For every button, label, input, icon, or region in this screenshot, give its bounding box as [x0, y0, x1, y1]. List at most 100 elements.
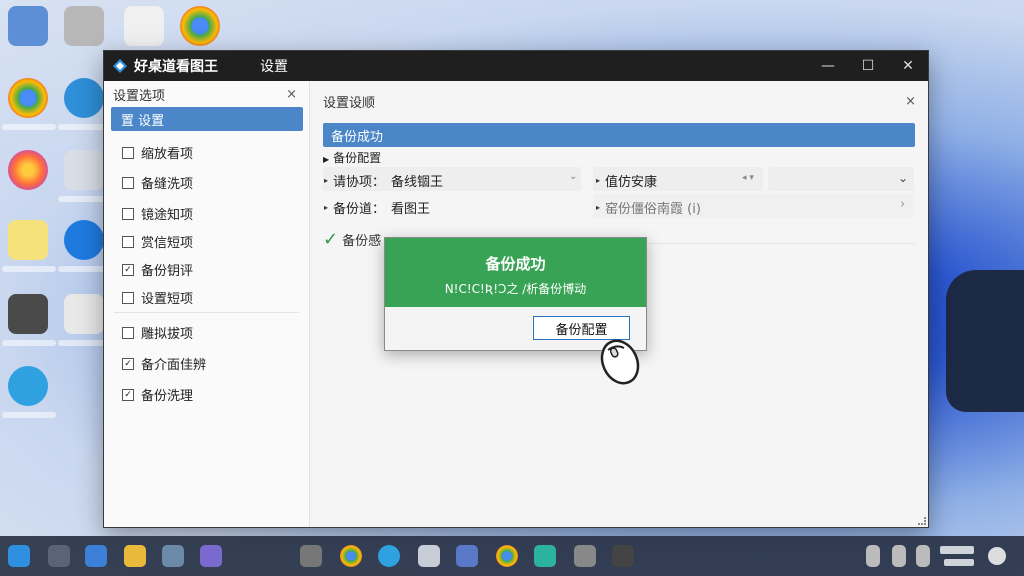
desktop-icon[interactable]: [124, 6, 164, 46]
checkbox[interactable]: [122, 291, 134, 304]
dropdown-box[interactable]: [768, 167, 914, 191]
clock-placeholder[interactable]: [944, 559, 974, 566]
app-logo-icon: [113, 59, 127, 73]
checkbox[interactable]: [122, 146, 134, 159]
status-line: ✓ 备份感: [323, 229, 381, 250]
sidebar-item[interactable]: 设置短项: [122, 288, 193, 307]
field-label: 值仿安康: [605, 175, 658, 190]
app-title: 好桌道看图王: [134, 59, 218, 75]
checkbox-checked[interactable]: ✓: [122, 357, 134, 370]
field-label: 请协项：: [333, 175, 386, 190]
notes-icon[interactable]: [8, 220, 48, 260]
sidebar-item[interactable]: 雕拟拔项: [122, 323, 193, 342]
firefox-icon[interactable]: [8, 150, 48, 190]
edge-icon[interactable]: [8, 366, 48, 406]
section-title: ▶ 备份配置: [323, 151, 382, 165]
divider: [114, 312, 299, 313]
pen-icon[interactable]: [866, 545, 880, 567]
chevron-right-icon: ▸: [324, 203, 329, 212]
chrome-icon[interactable]: [496, 545, 518, 567]
sidebar-title: 设置选项: [113, 88, 166, 104]
chevron-right-icon: ▸: [596, 203, 601, 212]
edge-icon[interactable]: [378, 545, 400, 567]
sidebar-close-icon[interactable]: ×: [286, 87, 297, 102]
settings-sidebar: 设置选项 × 置 设置 缩放看项 备缝洗项 镜途知项 赏信短项 ✓ 备份钥评 设…: [104, 81, 310, 527]
taskbar-app-icon[interactable]: [200, 545, 222, 567]
field-value: 看图王: [391, 202, 431, 217]
success-banner: 备份成功: [323, 123, 915, 147]
sidebar-item-label: 镜途知项: [141, 208, 194, 223]
sidebar-item[interactable]: 赏信短项: [122, 232, 193, 251]
window-controls: — ☐ ✕: [808, 51, 928, 81]
folder-icon[interactable]: [124, 545, 146, 567]
taskbar-app-icon[interactable]: [574, 545, 596, 567]
chrome-icon[interactable]: [8, 78, 48, 118]
sidebar-item-label: 雕拟拔项: [141, 327, 194, 342]
dialog-header: 备份成功 N!C!C!Ʀ!Ɔ之 /析备份博动: [385, 238, 646, 307]
desktop-icon[interactable]: [64, 294, 104, 334]
window-subtitle: 设置: [260, 59, 288, 75]
dialog-message: N!C!C!Ʀ!Ɔ之 /析备份博动: [444, 282, 587, 296]
clock-placeholder[interactable]: [940, 546, 974, 554]
taskbar-tray-icon[interactable]: [916, 545, 930, 567]
taskbar-app-icon[interactable]: [85, 545, 107, 567]
title-bar[interactable]: 好桌道看图王 设置 — ☐ ✕: [104, 51, 928, 81]
desktop-icon[interactable]: [64, 6, 104, 46]
taskbar-app-icon[interactable]: [300, 545, 322, 567]
field-label: 备份道：: [333, 202, 386, 217]
start-icon[interactable]: [8, 545, 30, 567]
checkbox[interactable]: [122, 235, 134, 248]
minimize-icon[interactable]: —: [808, 51, 848, 81]
taskbar-tray-icon[interactable]: [892, 545, 906, 567]
desktop-icon[interactable]: [8, 6, 48, 46]
content-close-icon[interactable]: ×: [905, 94, 916, 109]
sidebar-item[interactable]: 备缝洗项: [122, 173, 193, 192]
store-icon[interactable]: [64, 220, 104, 260]
taskbar: [0, 536, 1024, 576]
sidebar-item-label: 备介面佳辨: [141, 358, 207, 373]
search-icon[interactable]: [48, 545, 70, 567]
checkbox-checked[interactable]: ✓: [122, 263, 134, 276]
chevron-down-icon[interactable]: ⌄: [898, 171, 908, 185]
edge-icon[interactable]: [64, 78, 104, 118]
sidebar-item-settings[interactable]: 置 设置: [111, 107, 303, 131]
chevron-right-icon: ▸: [324, 176, 329, 185]
field-row[interactable]: ▸ 请协项： 备线锢王: [324, 171, 443, 190]
resize-grip-icon[interactable]: [918, 517, 926, 525]
taskbar-app-icon[interactable]: [418, 545, 440, 567]
status-text: 备份感: [342, 234, 382, 249]
sidebar-item-label: 缩放看项: [141, 147, 194, 162]
dialog-title: 备份成功: [485, 255, 546, 273]
chrome-icon[interactable]: [340, 545, 362, 567]
chrome-icon[interactable]: [180, 6, 220, 46]
dropdown-icon[interactable]: ⌄: [569, 171, 577, 182]
close-icon[interactable]: ✕: [888, 51, 928, 81]
checkbox[interactable]: [122, 176, 134, 189]
field-row[interactable]: ▸ 窑份僵俗南霞 (i): [596, 198, 701, 217]
stepper-arrows-icon[interactable]: ◂ ▾: [742, 173, 754, 183]
maximize-icon[interactable]: ☐: [848, 51, 888, 81]
desktop-icon[interactable]: [8, 294, 48, 334]
sidebar-item[interactable]: ✓ 备介面佳辨: [122, 354, 206, 373]
sidebar-item[interactable]: 镜途知项: [122, 204, 193, 223]
content-header: 设置设顺 ×: [310, 81, 928, 121]
taskbar-app-icon[interactable]: [534, 545, 556, 567]
taskbar-app-icon[interactable]: [456, 545, 478, 567]
sidebar-item-label: 备份洗理: [141, 389, 194, 404]
notification-icon[interactable]: [988, 547, 1006, 565]
desktop-icon[interactable]: [64, 150, 104, 190]
section-title-text: 备份配置: [333, 151, 382, 165]
sidebar-item[interactable]: ✓ 备份钥评: [122, 260, 193, 279]
taskbar-app-icon[interactable]: [612, 545, 634, 567]
camera-device: [946, 270, 1024, 412]
checkbox[interactable]: [122, 326, 134, 339]
checkmark-icon: ✓: [323, 229, 339, 250]
field-row[interactable]: ▸ 值仿安康: [596, 171, 657, 190]
sidebar-item[interactable]: 缩放看项: [122, 143, 193, 162]
sidebar-item[interactable]: ✓ 备份洗理: [122, 385, 193, 404]
chevron-right-icon[interactable]: ›: [900, 197, 905, 212]
checkbox-checked[interactable]: ✓: [122, 388, 134, 401]
taskbar-app-icon[interactable]: [162, 545, 184, 567]
checkbox[interactable]: [122, 207, 134, 220]
field-row[interactable]: ▸ 备份道： 看图王: [324, 198, 430, 217]
